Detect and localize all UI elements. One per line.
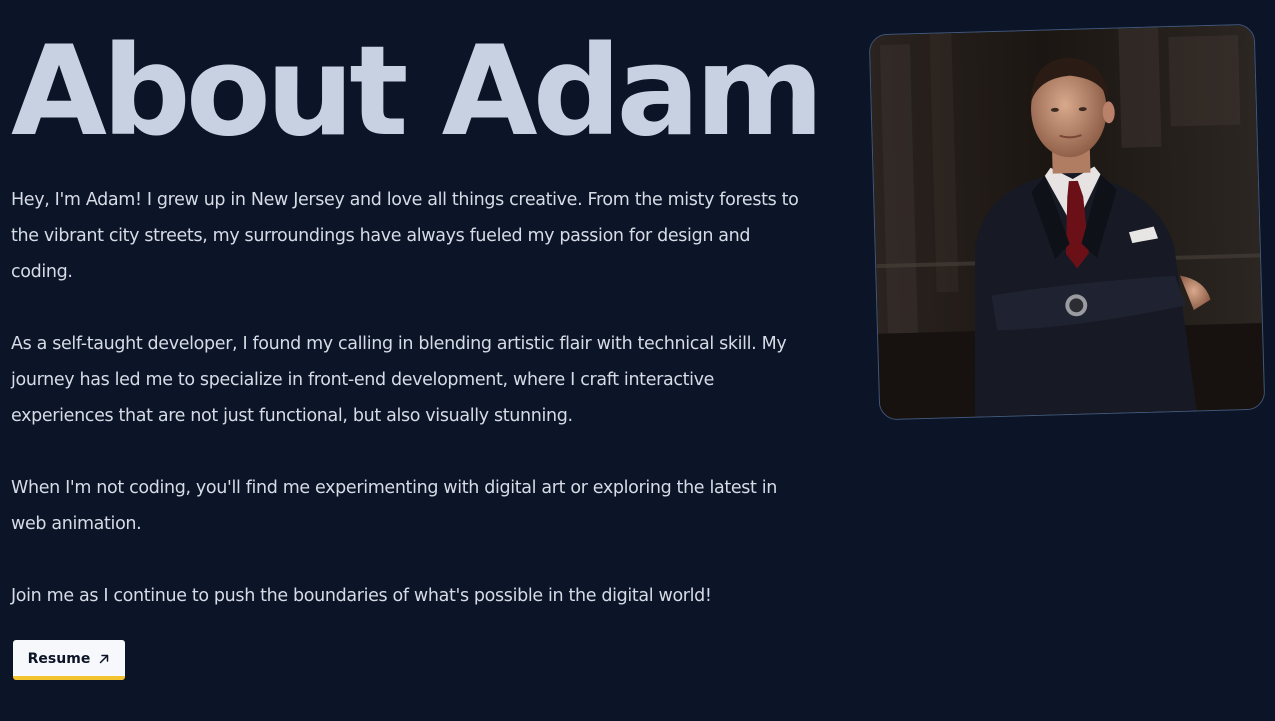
bio-paragraph-1: Hey, I'm Adam! I grew up in New Jersey a… bbox=[11, 190, 799, 282]
page-title: About Adam bbox=[11, 20, 824, 164]
arrow-up-right-icon bbox=[98, 653, 110, 665]
resume-button[interactable]: Resume bbox=[13, 640, 125, 680]
about-section: About Adam Hey, I'm Adam! I grew up in N… bbox=[0, 0, 1275, 721]
bio-paragraph-3: When I'm not coding, you'll find me expe… bbox=[11, 478, 777, 534]
resume-button-label: Resume bbox=[27, 651, 91, 667]
bio-text: Hey, I'm Adam! I grew up in New Jersey a… bbox=[11, 182, 801, 650]
profile-photo bbox=[868, 23, 1266, 421]
bio-paragraph-4: Join me as I continue to push the bounda… bbox=[11, 586, 712, 606]
bio-paragraph-2: As a self-taught developer, I found my c… bbox=[11, 334, 787, 426]
